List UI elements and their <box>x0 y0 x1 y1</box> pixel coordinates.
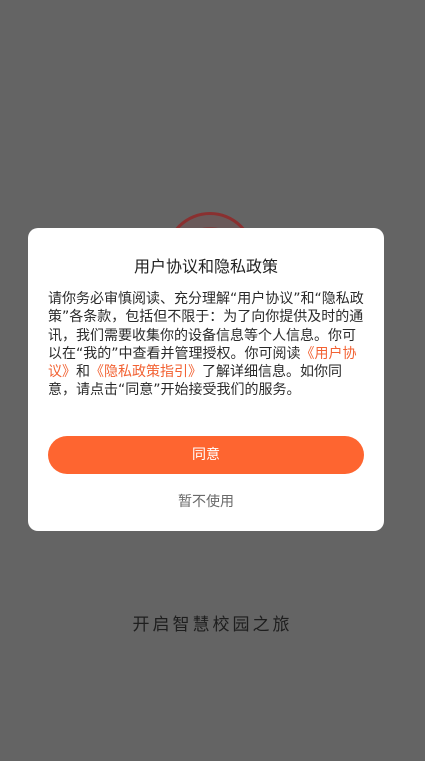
dialog-body: 请你务必审慎阅读、充分理解“用户协议”和“隐私政策”各条款，包括但不限于：为了向… <box>48 290 364 400</box>
agree-button[interactable]: 同意 <box>48 436 364 474</box>
decline-button[interactable]: 暂不使用 <box>48 490 364 514</box>
dialog-title: 用户协议和隐私政策 <box>133 257 278 276</box>
privacy-dialog: 用户协议和隐私政策 请你务必审慎阅读、充分理解“用户协议”和“隐私政策”各条款，… <box>28 228 384 531</box>
dialog-body-and: 和 <box>76 364 90 381</box>
privacy-guide-link[interactable]: 《隐私政策指引》 <box>90 364 202 380</box>
splash-slogan: 开启智慧校园之旅 <box>132 615 293 635</box>
